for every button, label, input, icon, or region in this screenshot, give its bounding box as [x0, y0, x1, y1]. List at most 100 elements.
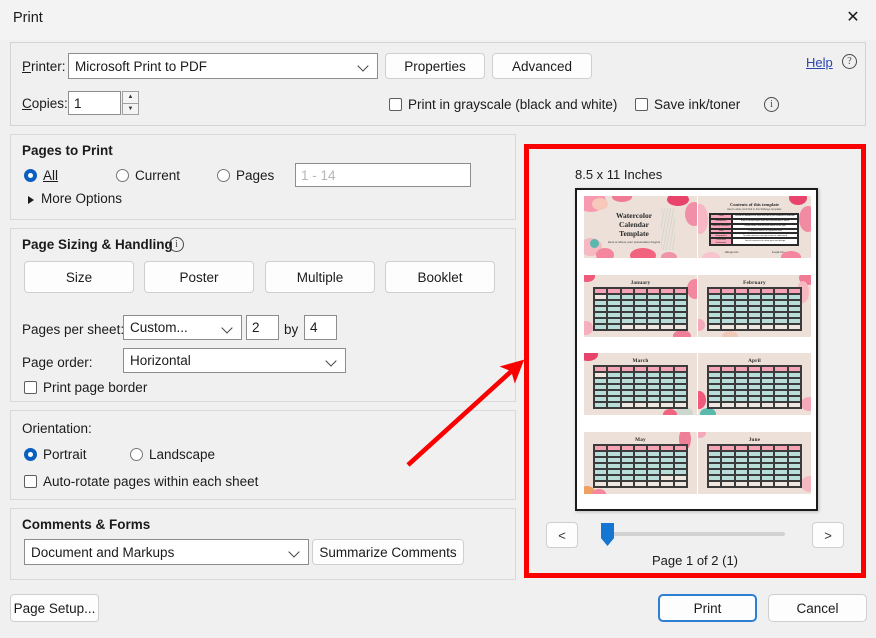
orientation-title: Orientation: — [22, 421, 92, 436]
preview-toc-subtitle: Here's what you'll find in this Slidesgo… — [727, 208, 782, 211]
title-bar: Print ✕ — [0, 0, 876, 40]
cancel-button[interactable]: Cancel — [768, 594, 867, 622]
window-title: Print — [13, 10, 43, 26]
copies-input[interactable]: 1 — [68, 91, 121, 115]
more-options-toggle[interactable]: More Options — [41, 191, 122, 206]
comments-forms-select[interactable]: Document and Markups — [24, 539, 309, 565]
save-ink-checkbox[interactable]: Save ink/toner — [635, 97, 740, 112]
page-slider-thumb[interactable] — [601, 523, 614, 546]
radio-portrait-ring — [24, 448, 37, 461]
advanced-button[interactable]: Advanced — [492, 53, 592, 79]
advanced-button-label: Advanced — [511, 58, 573, 74]
page-setup-button-label: Page Setup... — [13, 600, 96, 616]
pages-range-input[interactable]: 1 - 14 — [295, 163, 471, 187]
chevron-down-icon — [327, 356, 337, 366]
preview-month-grid — [707, 287, 802, 331]
page-order-label: Page order: — [22, 355, 93, 370]
radio-current-label: Current — [135, 168, 181, 183]
chevron-down-icon — [223, 323, 233, 333]
more-options-triangle-icon — [28, 196, 34, 204]
grayscale-checkbox-box — [389, 98, 402, 111]
next-page-button[interactable]: > — [812, 522, 844, 548]
save-ink-info-icon[interactable]: i — [764, 97, 779, 112]
help-link[interactable]: Help — [806, 55, 833, 70]
booklet-button-label: Booklet — [417, 269, 463, 285]
chevron-down-icon — [290, 547, 300, 557]
radio-all[interactable]: All — [24, 168, 58, 183]
orientation-section: Orientation: Portrait Landscape Auto-rot… — [10, 410, 516, 500]
preview-month-grid — [593, 365, 688, 409]
radio-portrait[interactable]: Portrait — [24, 447, 87, 462]
copies-stepper-up[interactable]: ▲ — [122, 91, 139, 103]
preview-slide-toc: Contents of this template Here's what yo… — [698, 196, 811, 258]
auto-rotate-checkbox[interactable]: Auto-rotate pages within each sheet — [24, 474, 258, 489]
pages-per-sheet-select[interactable]: Custom... — [123, 315, 242, 340]
preview-month-grid — [593, 444, 688, 488]
pages-per-sheet-label: Pages per sheet: — [22, 322, 125, 337]
page-slider-track[interactable] — [607, 532, 785, 536]
preview-toc-title: Contents of this template — [729, 202, 780, 207]
radio-landscape-ring — [130, 448, 143, 461]
poster-button[interactable]: Poster — [144, 261, 254, 293]
previous-page-button[interactable]: < — [546, 522, 578, 548]
print-button[interactable]: Print — [658, 594, 757, 622]
grayscale-checkbox[interactable]: Print in grayscale (black and white) — [389, 97, 617, 112]
preview-title-slide-text: Watercolor Calendar Template — [598, 211, 670, 238]
summarize-comments-label: Summarize Comments — [319, 544, 457, 560]
multiple-button[interactable]: Multiple — [265, 261, 375, 293]
preview-month-name: May — [635, 437, 646, 443]
page-sizing-section: Page Sizing & Handling i Size Poster Mul… — [10, 228, 516, 402]
by-label: by — [284, 322, 299, 337]
comments-forms-section: Comments & Forms Document and Markups Su… — [10, 508, 516, 580]
copies-stepper[interactable]: ▲ ▼ — [122, 91, 139, 115]
print-button-label: Print — [693, 600, 722, 616]
pages-per-sheet-rows-input[interactable]: 4 — [304, 315, 337, 340]
print-page-border-checkbox[interactable]: Print page border — [24, 380, 147, 395]
preview-toc-links: slidesgo.com freepik.com — [708, 251, 801, 254]
save-ink-checkbox-label: Save ink/toner — [654, 97, 741, 112]
booklet-button[interactable]: Booklet — [385, 261, 495, 293]
preview-sheet: Watercolor Calendar Template Here is whe… — [575, 188, 818, 511]
toc-link: freepik.com — [771, 251, 785, 254]
summarize-comments-button[interactable]: Summarize Comments — [312, 539, 464, 565]
preview-annotation-box: 8.5 x 11 Inches Watercolor Calendar Temp… — [524, 144, 866, 578]
title-line-2: Calendar — [619, 220, 649, 229]
radio-current[interactable]: Current — [116, 168, 180, 183]
close-icon[interactable]: ✕ — [830, 0, 876, 34]
radio-portrait-label: Portrait — [43, 447, 87, 462]
pages-per-sheet-columns-input[interactable]: 2 — [246, 315, 279, 340]
save-ink-checkbox-box — [635, 98, 648, 111]
cancel-button-label: Cancel — [796, 600, 839, 616]
preview-month-grid — [707, 365, 802, 409]
toc-link: slidesgo.com — [724, 251, 739, 254]
radio-pages[interactable]: Pages — [217, 168, 274, 183]
page-sizing-title: Page Sizing & Handling — [22, 237, 173, 252]
preview-month-name: June — [748, 437, 761, 443]
pages-to-print-title: Pages to Print — [22, 143, 113, 158]
print-page-border-label: Print page border — [43, 380, 148, 395]
paper-size-label: 8.5 x 11 Inches — [575, 167, 663, 182]
page-order-select[interactable]: Horizontal — [123, 348, 346, 373]
pages-to-print-section: Pages to Print All Current Pages 1 - 14 … — [10, 134, 516, 220]
auto-rotate-checkbox-label: Auto-rotate pages within each sheet — [43, 474, 259, 489]
copies-stepper-down[interactable]: ▼ — [122, 102, 139, 115]
comments-forms-title: Comments & Forms — [22, 517, 151, 532]
preview-title-slide-sub: Here is where your presentation begins — [607, 240, 661, 244]
pages-per-sheet-value: Custom... — [130, 320, 188, 335]
page-setup-button[interactable]: Page Setup... — [10, 594, 99, 622]
comments-forms-value: Document and Markups — [31, 544, 175, 560]
radio-landscape[interactable]: Landscape — [130, 447, 215, 462]
help-icon[interactable]: ? — [842, 54, 857, 69]
size-button[interactable]: Size — [24, 261, 134, 293]
printer-select-value: Microsoft Print to PDF — [75, 58, 208, 74]
grayscale-checkbox-label: Print in grayscale (black and white) — [408, 97, 618, 112]
page-sizing-info-icon[interactable]: i — [169, 237, 184, 252]
print-preview-panel: 8.5 x 11 Inches Watercolor Calendar Temp… — [529, 149, 861, 573]
properties-button[interactable]: Properties — [385, 53, 485, 79]
preview-slide-month: March — [584, 353, 697, 415]
preview-slide-month: May — [584, 432, 697, 494]
poster-button-label: Poster — [179, 269, 219, 285]
multiple-button-label: Multiple — [296, 269, 344, 285]
printer-select[interactable]: Microsoft Print to PDF — [68, 53, 378, 79]
preview-toc-table: Cover A slide to introduce the topic and… — [709, 213, 799, 246]
